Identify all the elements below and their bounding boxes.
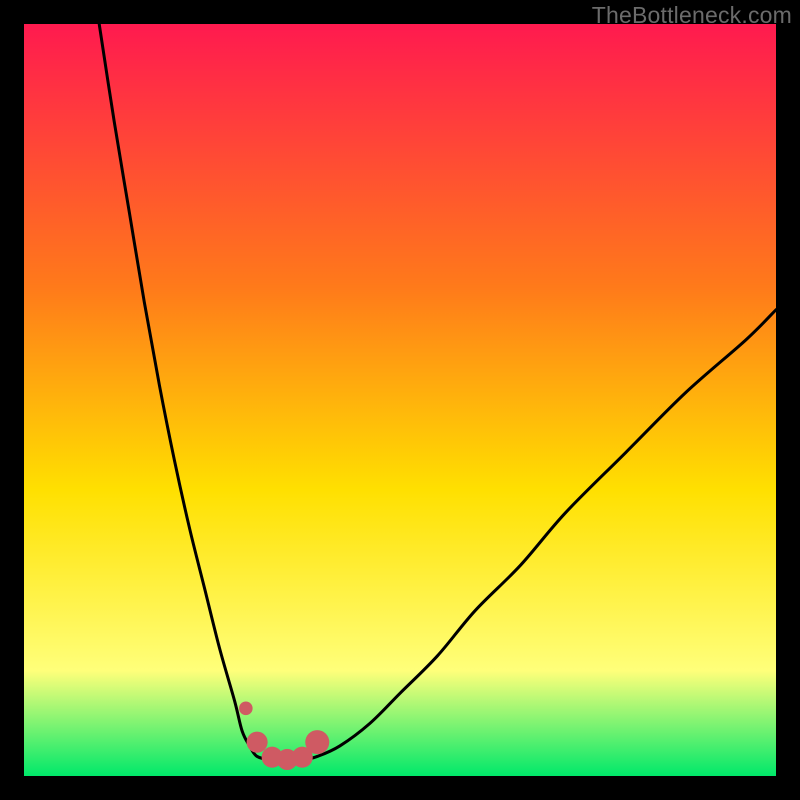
valley-marker [239,702,253,716]
bottleneck-chart [24,24,776,776]
valley-marker [305,730,329,754]
gradient-background [24,24,776,776]
chart-frame [24,24,776,776]
valley-marker [247,732,268,753]
